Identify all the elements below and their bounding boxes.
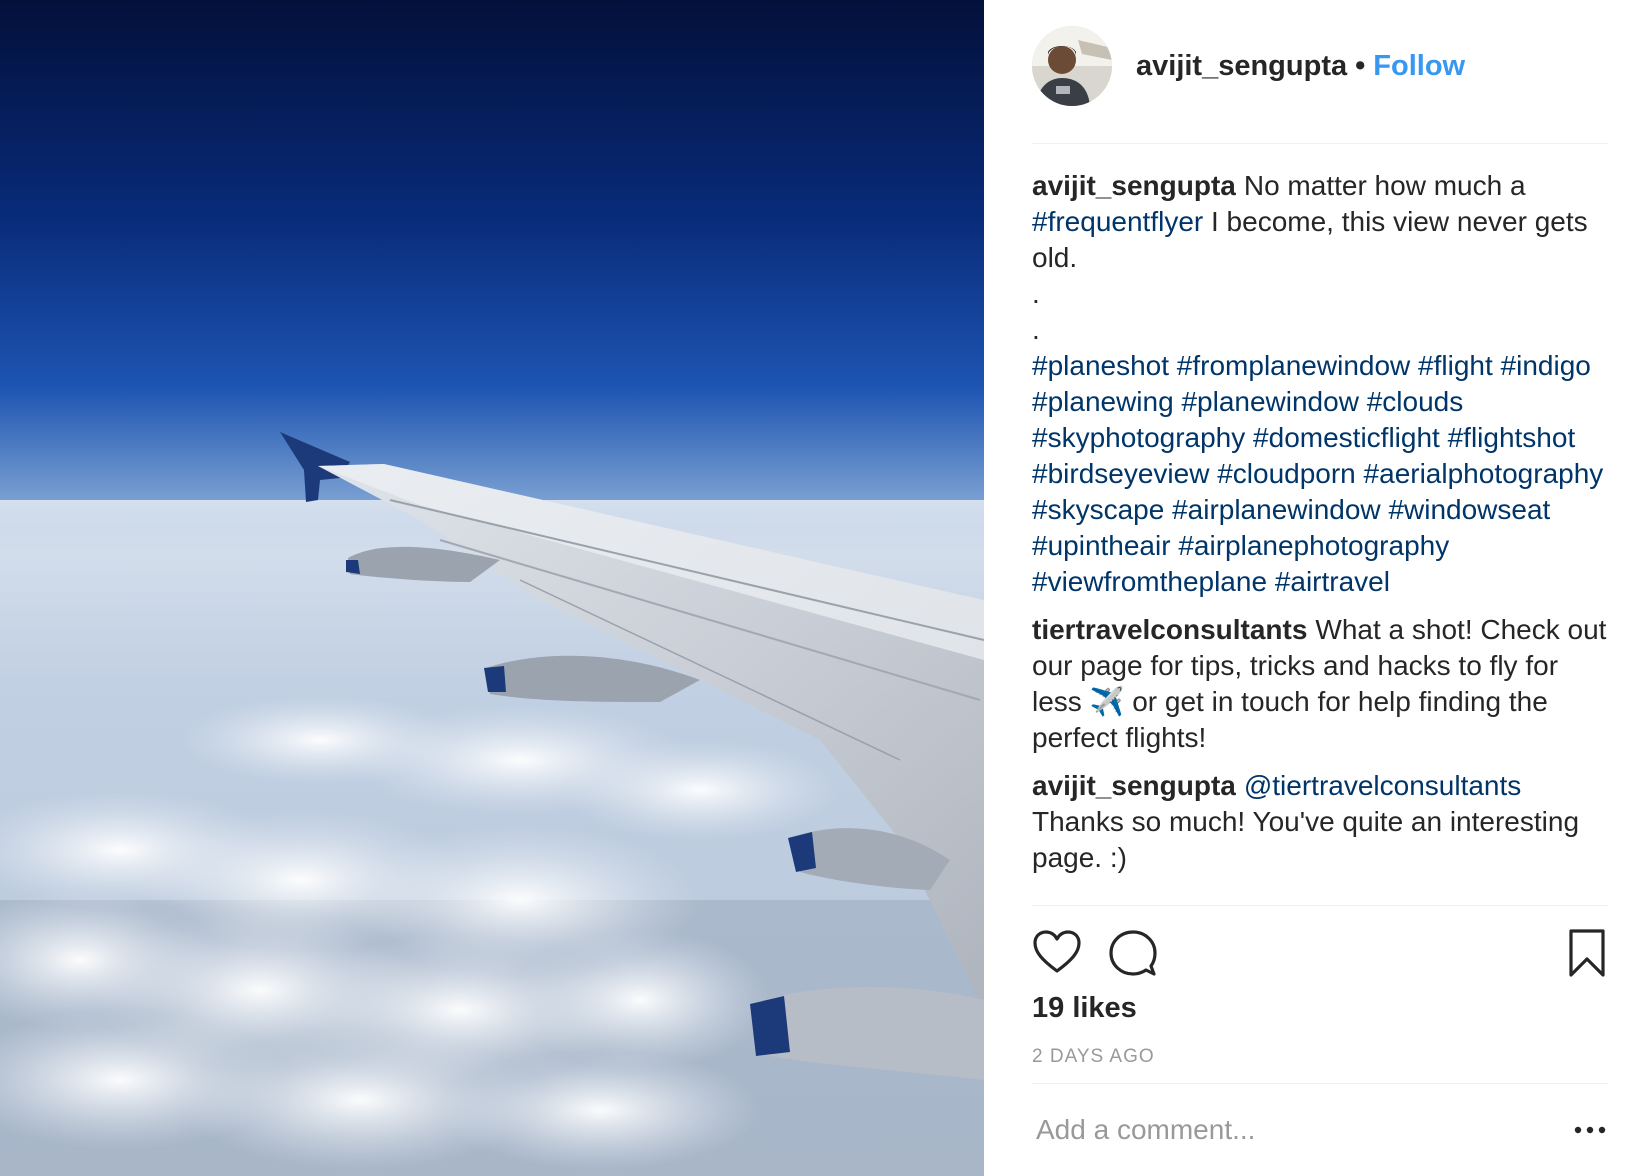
hashtag-link[interactable]: #frequentflyer: [1032, 206, 1203, 237]
separator-dot: •: [1355, 50, 1366, 82]
hashtag-link[interactable]: #fromplanewindow: [1177, 350, 1410, 381]
hashtag-link[interactable]: #clouds: [1367, 386, 1464, 417]
comment-bubble-icon[interactable]: [1108, 928, 1158, 978]
comment-author[interactable]: tiertravelconsultants: [1032, 614, 1307, 645]
post-timestamp[interactable]: 2 DAYS AGO: [1032, 1046, 1155, 1068]
hashtag-link[interactable]: #cloudporn: [1217, 458, 1356, 489]
more-options-icon[interactable]: [1572, 1112, 1608, 1148]
likes-count[interactable]: 19 likes: [1032, 992, 1137, 1025]
caption: avijit_sengupta No matter how much a #fre…: [1032, 168, 1608, 600]
hashtag-link[interactable]: #planewing: [1032, 386, 1174, 417]
hashtag-link[interactable]: #aerialphotography: [1364, 458, 1604, 489]
hashtag-link[interactable]: #domesticflight: [1253, 422, 1440, 453]
like-heart-icon[interactable]: [1032, 928, 1082, 978]
hashtag-link[interactable]: #flightshot: [1448, 422, 1576, 453]
post-sidebar: avijit_sengupta • Follow avijit_sengupta No…: [984, 0, 1642, 1176]
instagram-post: avijit_sengupta • Follow avijit_sengupta No…: [0, 0, 1642, 1176]
username-link[interactable]: avijit_sengupta: [1136, 50, 1347, 82]
hashtag-link[interactable]: #flight: [1418, 350, 1493, 381]
caption-body: avijit_sengupta No matter how much a #fre…: [1032, 168, 1608, 276]
profile-photo: [1032, 26, 1112, 106]
comment-author[interactable]: avijit_sengupta: [1032, 770, 1236, 801]
hashtag-link[interactable]: #indigo: [1501, 350, 1591, 381]
divider: [1032, 1083, 1608, 1084]
hashtag-link[interactable]: #planewindow: [1181, 386, 1358, 417]
divider: [1032, 905, 1608, 906]
caption-text-1: No matter how much a: [1243, 170, 1526, 201]
airplane-wing-photo: [0, 0, 984, 1176]
action-bar: [1032, 928, 1608, 980]
mention-link[interactable]: @tiertravelconsultants: [1244, 770, 1521, 801]
hashtag-link[interactable]: #viewfromtheplane: [1032, 566, 1267, 597]
header-text: avijit_sengupta • Follow: [1136, 50, 1465, 83]
hashtag-link[interactable]: #birdseyeview: [1032, 458, 1209, 489]
comment-item: tiertravelconsultants What a shot! Check …: [1032, 612, 1608, 756]
comment-text: Thanks so much! You've quite an interest…: [1032, 806, 1580, 873]
hashtag-link[interactable]: #windowseat: [1388, 494, 1550, 525]
hashtag-link[interactable]: #planeshot: [1032, 350, 1169, 381]
hashtag-block: #planeshot #fromplanewindow #flight #ind…: [1032, 348, 1608, 600]
comments-list[interactable]: avijit_sengupta No matter how much a #fre…: [1032, 168, 1608, 903]
caption-dot: .: [1032, 314, 1040, 345]
hashtag-link[interactable]: #airtravel: [1275, 566, 1390, 597]
hashtag-link[interactable]: #upintheair: [1032, 530, 1171, 561]
caption-author[interactable]: avijit_sengupta: [1032, 170, 1236, 201]
post-photo[interactable]: [0, 0, 984, 1176]
hashtag-link[interactable]: #skyphotography: [1032, 422, 1245, 453]
hashtag-link[interactable]: #airplanephotography: [1178, 530, 1449, 561]
follow-button[interactable]: Follow: [1373, 50, 1465, 82]
post-header: avijit_sengupta • Follow: [1032, 26, 1608, 144]
caption-dot: .: [1032, 278, 1040, 309]
hashtag-link[interactable]: #airplanewindow: [1172, 494, 1381, 525]
bookmark-icon[interactable]: [1562, 928, 1612, 978]
comment-input[interactable]: [1032, 1102, 1576, 1158]
comment-item: avijit_sengupta @tiertravelconsultants Th…: [1032, 768, 1608, 876]
avatar[interactable]: [1032, 26, 1112, 106]
hashtag-link[interactable]: #skyscape: [1032, 494, 1164, 525]
